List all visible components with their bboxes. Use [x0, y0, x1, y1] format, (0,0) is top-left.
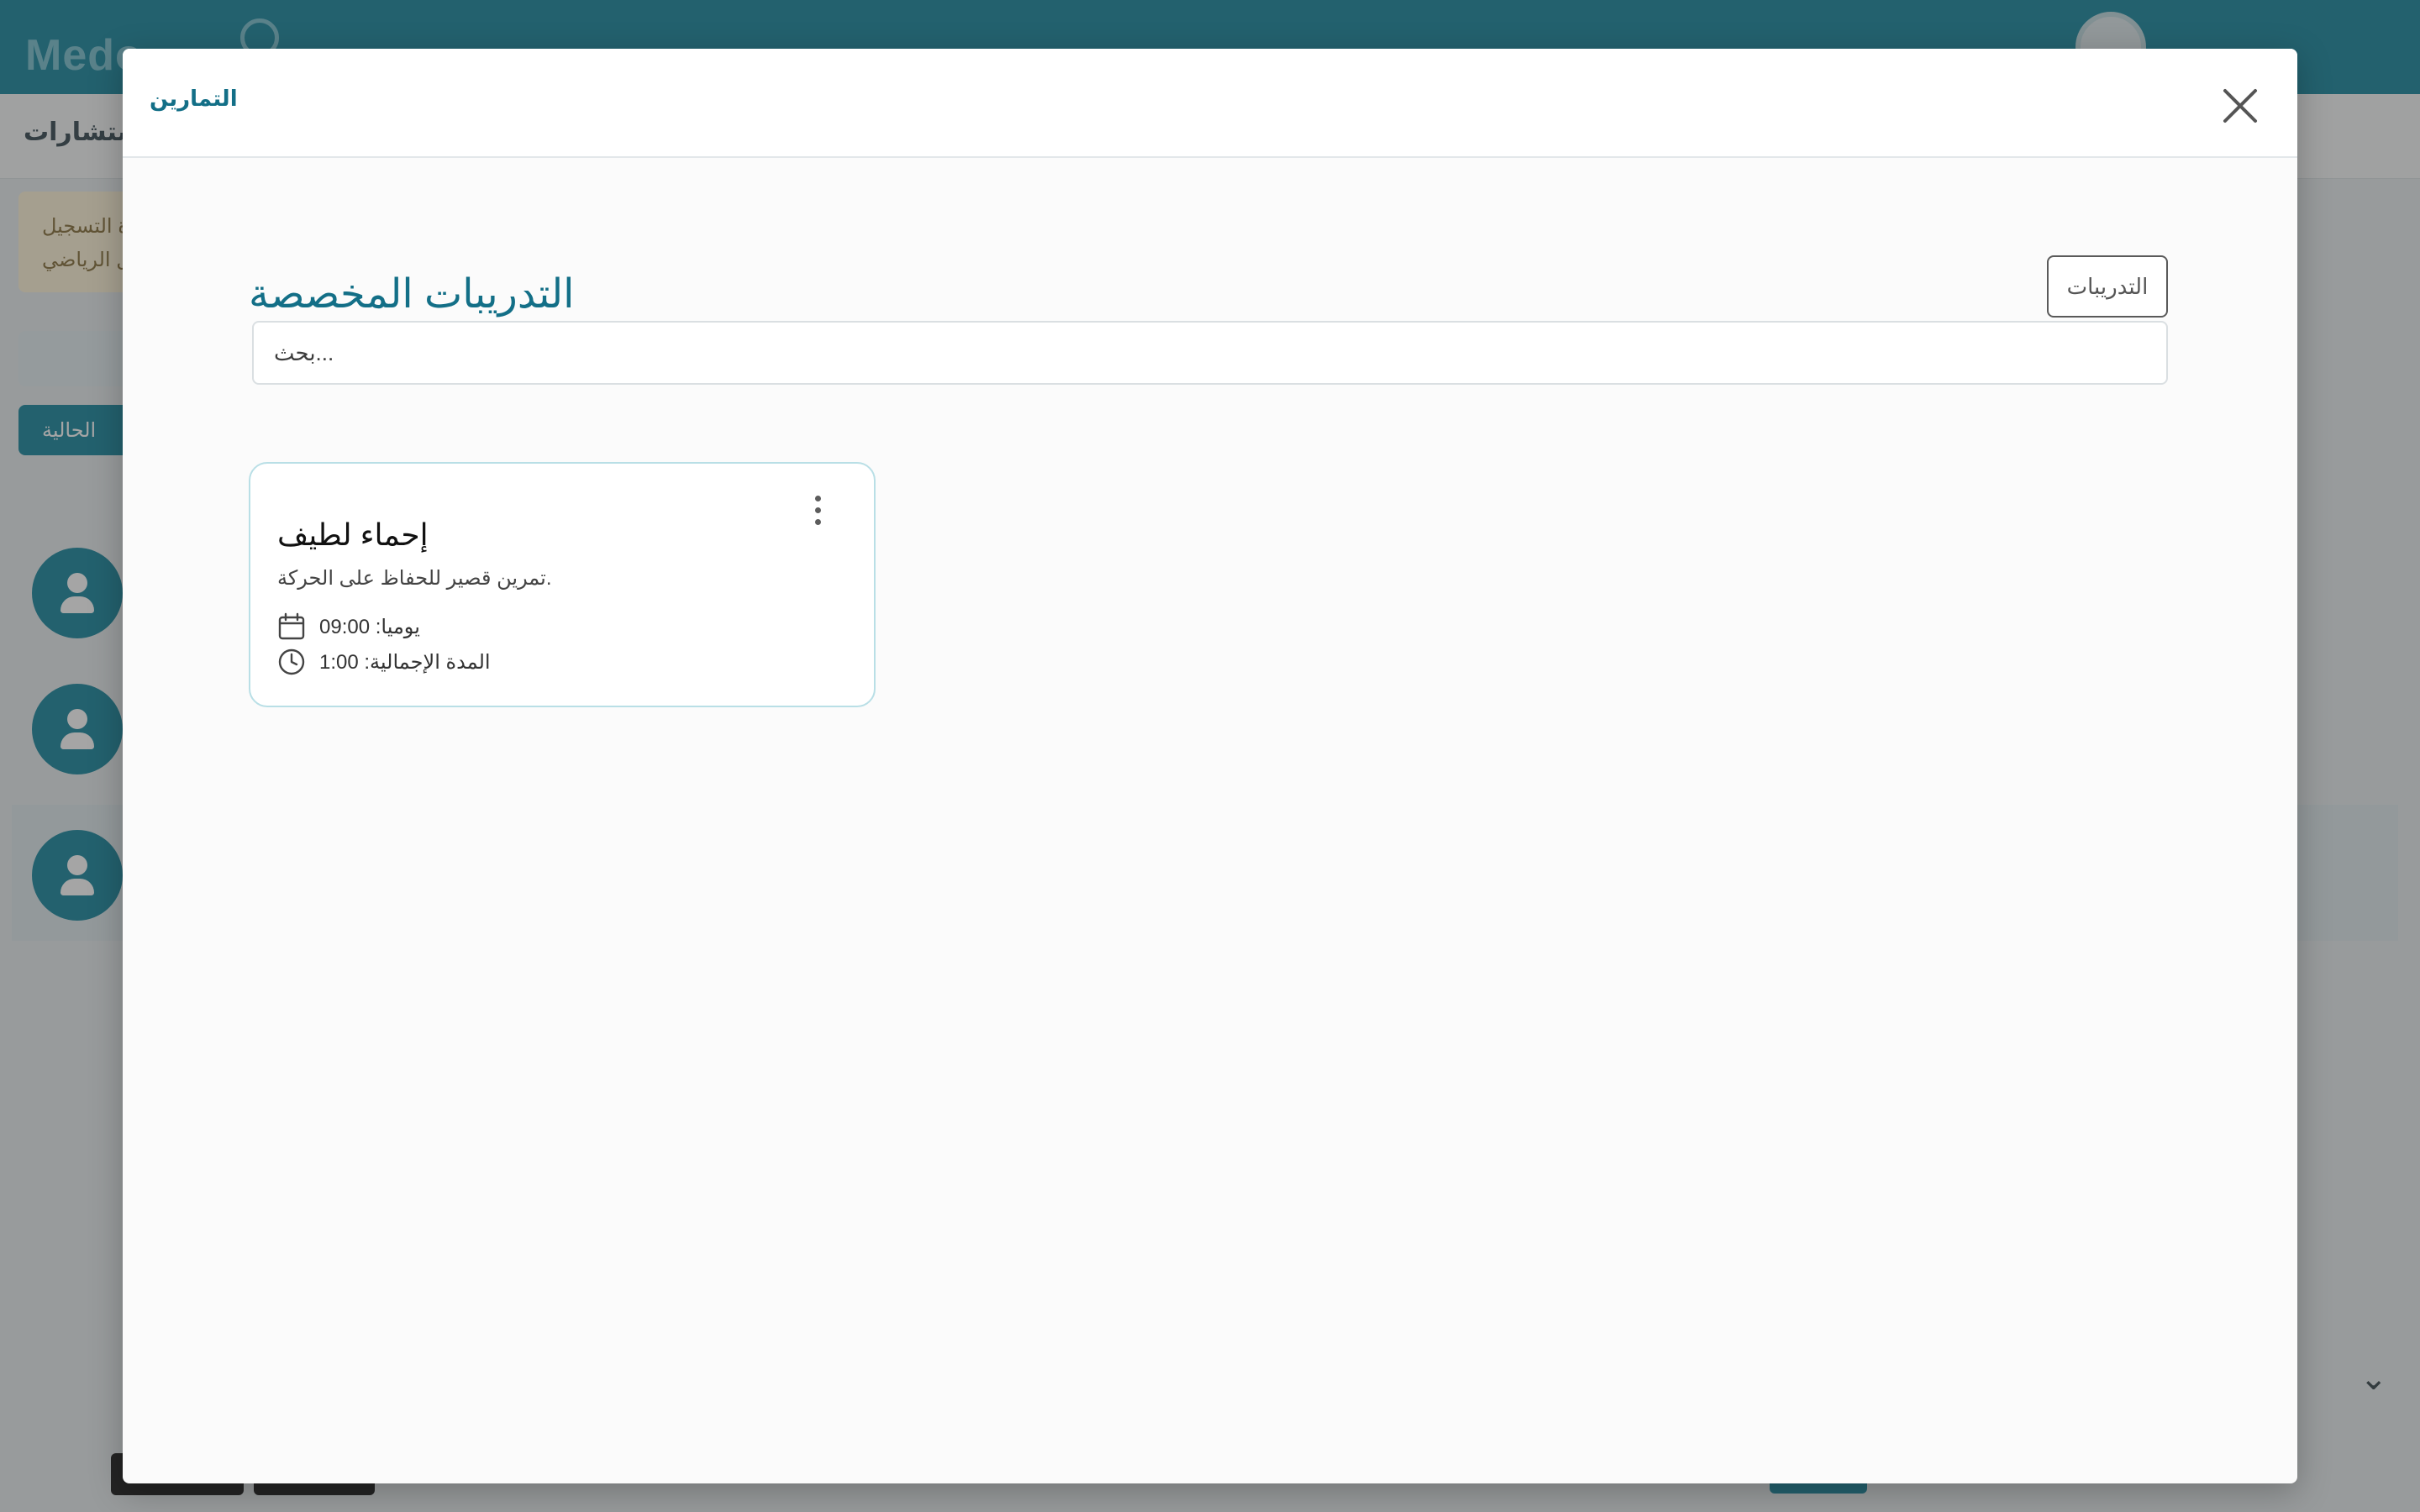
more-vertical-icon[interactable]: [803, 492, 834, 529]
workout-schedule: يوميا: 09:00: [277, 612, 420, 642]
workout-card[interactable]: إحماء لطيف .تمرين قصير للحفاظ على الحركة…: [249, 462, 876, 707]
workout-duration: المدة الإجمالية: 1:00: [277, 647, 491, 677]
trainings-button[interactable]: التدريبات: [2047, 255, 2168, 318]
menu-dot: [815, 507, 821, 513]
modal-header: التمارين: [123, 49, 2297, 158]
menu-dot: [815, 496, 821, 501]
page-title: التدريبات المخصصة: [249, 270, 854, 318]
page-title-text: التدريبات المخصصة: [249, 272, 575, 317]
modal-title: التمارين: [150, 86, 238, 111]
calendar-icon: [278, 612, 305, 640]
clock-icon: [278, 648, 305, 675]
search-input[interactable]: [252, 321, 2168, 385]
workout-schedule-text: يوميا: 09:00: [319, 615, 420, 638]
menu-dot: [815, 519, 821, 525]
workout-title: إحماء لطيف: [277, 517, 429, 552]
workout-duration-text: المدة الإجمالية: 1:00: [319, 650, 491, 674]
close-icon: [2223, 89, 2257, 123]
exercises-modal: التمارين التدريبات المخصصة التدريبات إحم…: [123, 49, 2297, 1483]
modal-body: التدريبات المخصصة التدريبات إحماء لطيف .…: [123, 158, 2297, 1483]
close-button[interactable]: [2213, 79, 2267, 133]
workout-description: .تمرين قصير للحفاظ على الحركة: [277, 567, 552, 590]
